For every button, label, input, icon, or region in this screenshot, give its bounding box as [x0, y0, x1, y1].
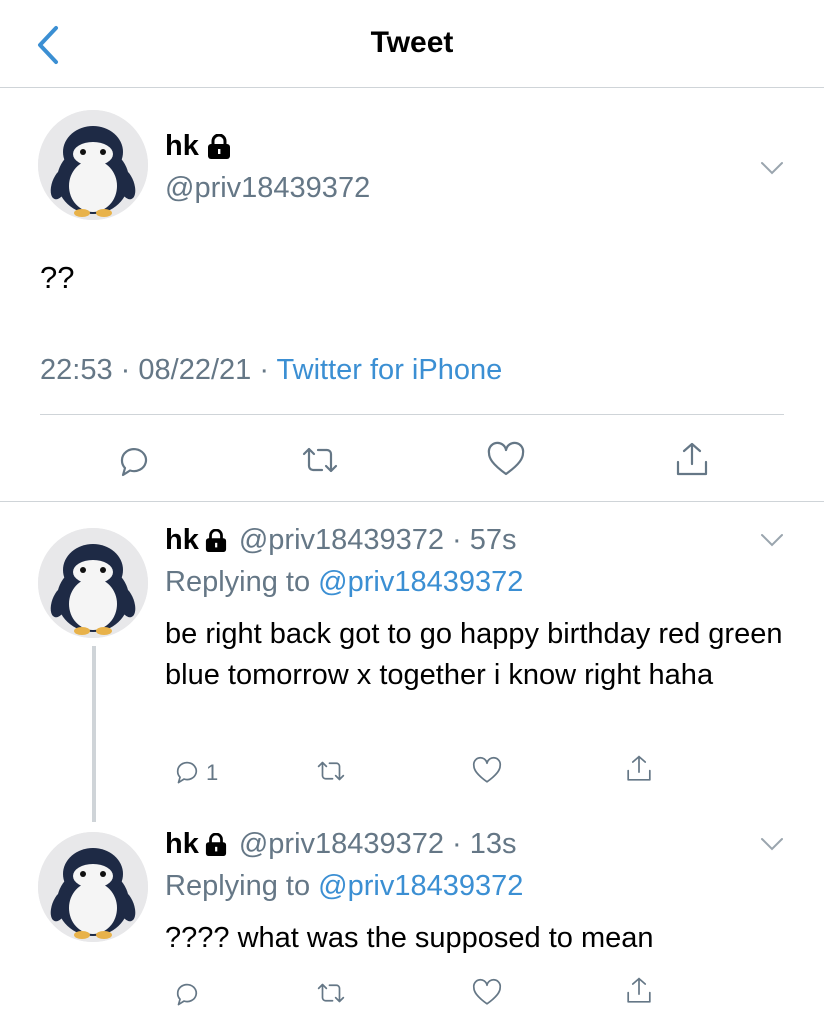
- tweet-age: 13s: [469, 828, 517, 860]
- avatar[interactable]: [38, 832, 148, 942]
- share-icon[interactable]: [622, 974, 656, 1008]
- reply-text: ???? what was the supposed to mean: [165, 922, 654, 954]
- display-name-row: hk: [165, 130, 231, 163]
- separator-dot: ·: [452, 524, 462, 556]
- like-icon[interactable]: [470, 976, 504, 1010]
- share-icon[interactable]: [670, 440, 714, 480]
- display-name[interactable]: hk: [165, 130, 199, 163]
- replying-to: Replying to @priv18439372: [165, 566, 523, 599]
- retweet-icon[interactable]: [314, 754, 348, 788]
- top-nav-bar: Tweet: [0, 0, 824, 88]
- chevron-down-icon[interactable]: [760, 836, 784, 852]
- share-icon[interactable]: [622, 752, 656, 786]
- lock-icon: [205, 528, 226, 552]
- avatar[interactable]: [38, 110, 148, 220]
- replying-to-label: Replying to: [165, 566, 311, 598]
- display-name[interactable]: hk: [165, 524, 199, 557]
- tweet-source-link[interactable]: Twitter for iPhone: [277, 354, 503, 386]
- reply-header: hk @priv18439372 · 13s: [165, 828, 516, 861]
- replying-to: Replying to @priv18439372: [165, 870, 523, 903]
- thread-line: [92, 646, 96, 822]
- user-handle[interactable]: @priv18439372: [165, 172, 370, 205]
- separator-dot: ·: [259, 354, 269, 386]
- reply-text: be right back got to go happy birthday r…: [165, 618, 783, 691]
- divider: [40, 414, 784, 415]
- tweet-meta: 22:53 · 08/22/21 · Twitter for iPhone: [40, 354, 502, 387]
- display-name[interactable]: hk: [165, 828, 199, 861]
- separator-dot: ·: [120, 354, 131, 386]
- separator-dot: ·: [452, 828, 462, 860]
- lock-icon: [205, 832, 226, 856]
- page-title: Tweet: [370, 26, 454, 59]
- avatar[interactable]: [38, 528, 148, 638]
- user-handle[interactable]: @priv18439372: [239, 828, 444, 861]
- reply-icon[interactable]: [170, 754, 204, 788]
- replying-to-link[interactable]: @priv18439372: [318, 566, 523, 598]
- tweet-age: 57s: [469, 524, 517, 556]
- reply-icon[interactable]: [112, 440, 156, 480]
- replying-to-link[interactable]: @priv18439372: [318, 870, 523, 902]
- chevron-down-icon[interactable]: [760, 160, 784, 176]
- tweet-date: 08/22/21: [138, 354, 252, 386]
- like-icon[interactable]: [484, 440, 528, 480]
- main-tweet: hk @priv18439372 ?? 22:53 · 08/22/21 · T…: [0, 88, 824, 502]
- user-handle[interactable]: @priv18439372: [239, 524, 444, 557]
- tweet-text: ??: [40, 260, 75, 295]
- reply-count: 1: [206, 760, 219, 785]
- lock-icon: [207, 133, 230, 159]
- retweet-icon[interactable]: [298, 440, 342, 480]
- chevron-down-icon[interactable]: [760, 532, 784, 548]
- tweet-time: 22:53: [40, 354, 113, 386]
- like-icon[interactable]: [470, 754, 504, 788]
- retweet-icon[interactable]: [314, 976, 348, 1010]
- reply-header: hk @priv18439372 · 57s: [165, 524, 516, 557]
- reply-icon[interactable]: [170, 976, 204, 1010]
- replying-to-label: Replying to: [165, 870, 311, 902]
